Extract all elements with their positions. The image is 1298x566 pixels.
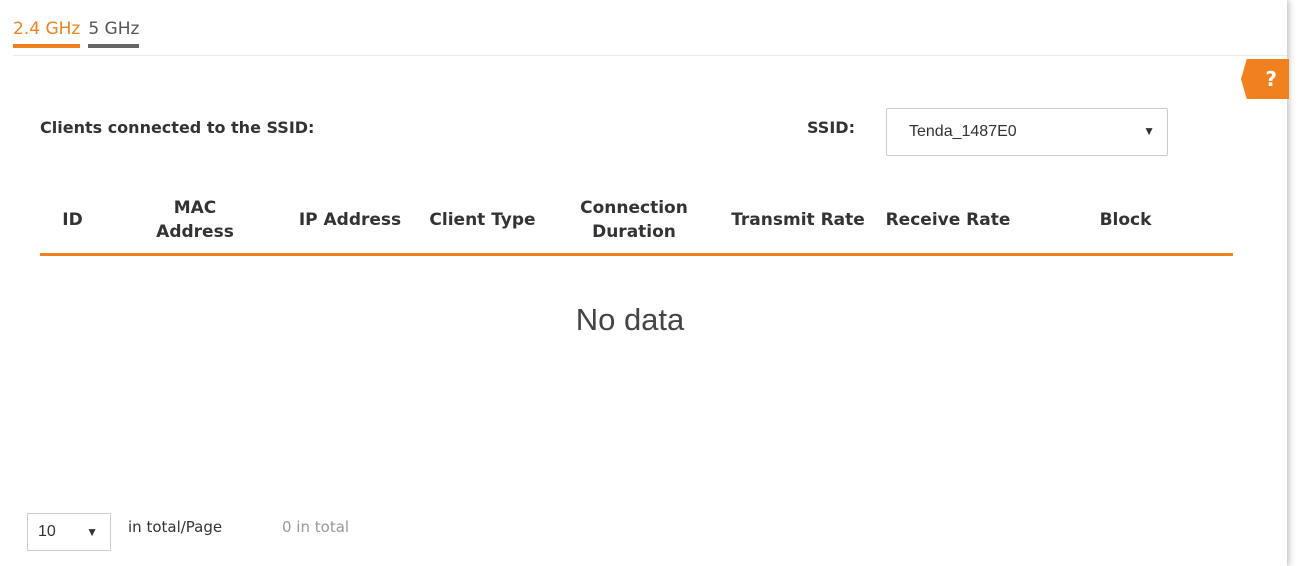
column-header-mac-line1: MAC [173, 197, 217, 218]
per-page-label: in total/Page [128, 518, 223, 536]
column-header-transmit-rate[interactable]: Transmit Rate [718, 208, 878, 232]
column-header-ip-address[interactable]: IP Address [285, 208, 415, 232]
help-icon[interactable]: ? [1241, 59, 1289, 99]
column-header-mac-address[interactable]: MAC Address [105, 196, 285, 244]
column-header-mac-line2: Address [156, 221, 234, 242]
main-panel: 2.4 GHz 5 GHz ? Clients connected to the… [0, 0, 1289, 566]
page-size-select[interactable]: 10 ▼ [27, 513, 111, 551]
total-count: 0 in total [282, 518, 350, 536]
tab-5-ghz[interactable]: 5 GHz [88, 18, 140, 48]
clients-heading: Clients connected to the SSID: [40, 118, 315, 137]
chevron-down-icon: ▼ [86, 525, 98, 539]
column-header-connection-duration[interactable]: Connection Duration [550, 196, 718, 244]
column-header-receive-rate[interactable]: Receive Rate [878, 208, 1018, 232]
ssid-label: SSID: [807, 118, 855, 137]
page-size-value: 10 [38, 523, 56, 540]
band-tabs: 2.4 GHz 5 GHz [13, 18, 140, 48]
column-header-duration-line1: Connection [580, 197, 688, 218]
column-header-id[interactable]: ID [40, 208, 105, 232]
chevron-down-icon: ▼ [1143, 124, 1155, 138]
clients-table: ID MAC Address IP Address Client Type Co… [40, 186, 1233, 256]
column-header-block[interactable]: Block [1018, 208, 1233, 232]
empty-state-text: No data [575, 302, 685, 337]
tab-2-4-ghz[interactable]: 2.4 GHz [13, 18, 81, 48]
column-header-duration-line2: Duration [592, 221, 676, 242]
ssid-select[interactable]: Tenda_1487E0 ▼ [886, 108, 1168, 156]
tabs-divider [13, 55, 1287, 56]
table-header: ID MAC Address IP Address Client Type Co… [40, 186, 1233, 256]
ssid-selected-value: Tenda_1487E0 [909, 123, 1017, 140]
column-header-client-type[interactable]: Client Type [415, 208, 550, 232]
